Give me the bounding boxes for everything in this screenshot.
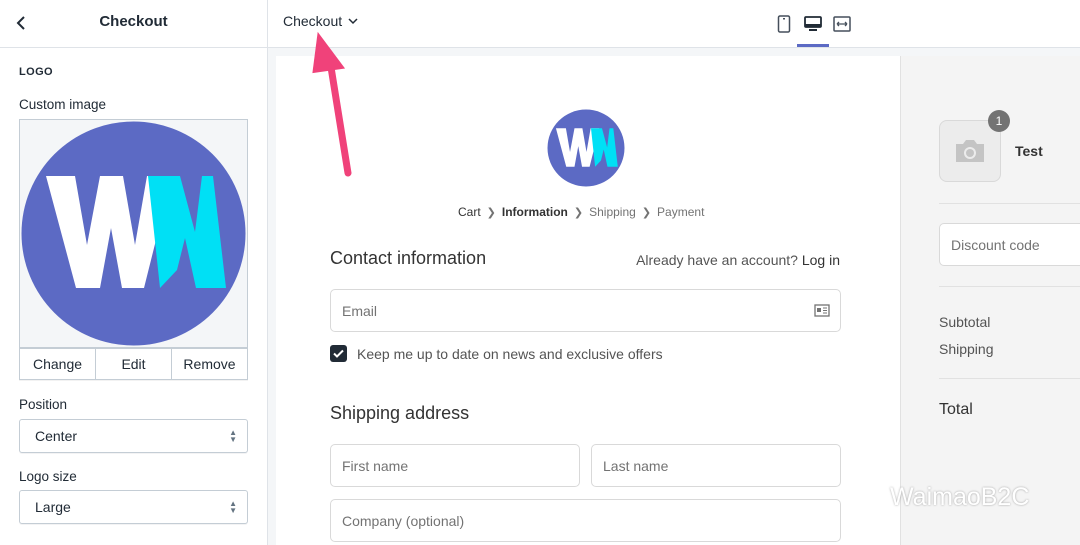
position-label: Position [19, 397, 68, 412]
position-select[interactable]: Center ▲ ▼ [19, 419, 248, 453]
contact-card-icon [814, 304, 830, 317]
sidebar-title: Checkout [99, 13, 168, 30]
newsletter-row: Keep me up to date on news and exclusive… [330, 345, 663, 362]
breadcrumb-shipping: Shipping [589, 205, 636, 219]
remove-image-button[interactable]: Remove [172, 349, 247, 379]
wechat-icon [847, 485, 880, 511]
logo-size-value: Large [35, 499, 71, 515]
first-name-field[interactable]: First name [330, 444, 580, 487]
custom-image-label: Custom image [19, 97, 107, 112]
watermark-text: WaimaoB2C [890, 483, 1030, 511]
image-actions: Change Edit Remove [19, 348, 248, 380]
camera-icon [956, 140, 984, 162]
breadcrumb: Cart ❯ Information ❯ Shipping ❯ Payment [458, 205, 704, 219]
summary-divider [939, 203, 1080, 204]
active-device-indicator [797, 44, 829, 47]
mobile-icon[interactable] [773, 13, 795, 35]
sidebar-header: Checkout [0, 0, 267, 48]
position-value: Center [35, 428, 78, 444]
product-name: Test [1015, 143, 1043, 159]
chevron-right-icon: ❯ [486, 206, 496, 219]
edit-image-button[interactable]: Edit [96, 349, 172, 379]
subtotal-label: Subtotal [939, 314, 991, 330]
checkmark-icon [333, 349, 344, 358]
summary-divider [939, 378, 1080, 379]
discount-code-field[interactable]: Discount code [939, 223, 1080, 266]
account-prompt: Already have an account? Log in [636, 252, 840, 268]
first-name-placeholder: First name [342, 457, 409, 474]
chevron-right-icon: ❯ [573, 206, 584, 219]
last-name-field[interactable]: Last name [591, 444, 841, 487]
logo-size-select[interactable]: Large ▲ ▼ [19, 490, 248, 524]
wm-logo-small [547, 109, 625, 187]
logo-image-preview [19, 119, 248, 348]
newsletter-checkbox[interactable] [330, 345, 347, 362]
account-prompt-text: Already have an account? [636, 252, 798, 268]
change-image-button[interactable]: Change [20, 349, 96, 379]
section-heading: LOGO [19, 66, 53, 78]
store-logo [547, 109, 625, 187]
discount-placeholder: Discount code [951, 236, 1040, 253]
theme-sidebar: Checkout LOGO Custom image Change Edit R… [0, 0, 268, 545]
order-summary: 1 Test Discount code Subtotal Shipping T… [900, 56, 1080, 545]
full-width-icon[interactable] [831, 13, 853, 35]
email-field[interactable]: Email [330, 289, 841, 332]
wm-logo-large [21, 121, 246, 346]
summary-divider [939, 286, 1080, 287]
login-link[interactable]: Log in [802, 252, 840, 268]
select-caret-icon: ▲ ▼ [229, 428, 237, 444]
company-field[interactable]: Company (optional) [330, 499, 841, 542]
logo-size-label: Logo size [19, 469, 77, 484]
breadcrumb-information: Information [501, 205, 568, 219]
desktop-icon[interactable] [802, 13, 824, 35]
email-placeholder: Email [342, 302, 378, 319]
contact-heading: Contact information [330, 248, 487, 268]
quantity-badge: 1 [988, 110, 1010, 132]
breadcrumb-cart[interactable]: Cart [458, 205, 481, 219]
annotation-arrow-icon [312, 31, 352, 177]
shipping-heading: Shipping address [330, 403, 470, 423]
chevron-right-icon: ❯ [641, 206, 652, 219]
breadcrumb-payment: Payment [657, 205, 705, 219]
shipping-label: Shipping [939, 341, 994, 357]
total-label: Total [939, 401, 973, 418]
checkout-preview: Cart ❯ Information ❯ Shipping ❯ Payment … [276, 56, 900, 545]
chevron-down-icon [348, 17, 358, 24]
select-caret-icon: ▲ ▼ [229, 499, 237, 515]
watermark: WaimaoB2C [846, 483, 1029, 512]
company-placeholder: Company (optional) [342, 512, 465, 529]
last-name-placeholder: Last name [603, 457, 669, 474]
preview-topbar: Checkout [268, 0, 1080, 48]
newsletter-label: Keep me up to date on news and exclusive… [357, 345, 663, 362]
